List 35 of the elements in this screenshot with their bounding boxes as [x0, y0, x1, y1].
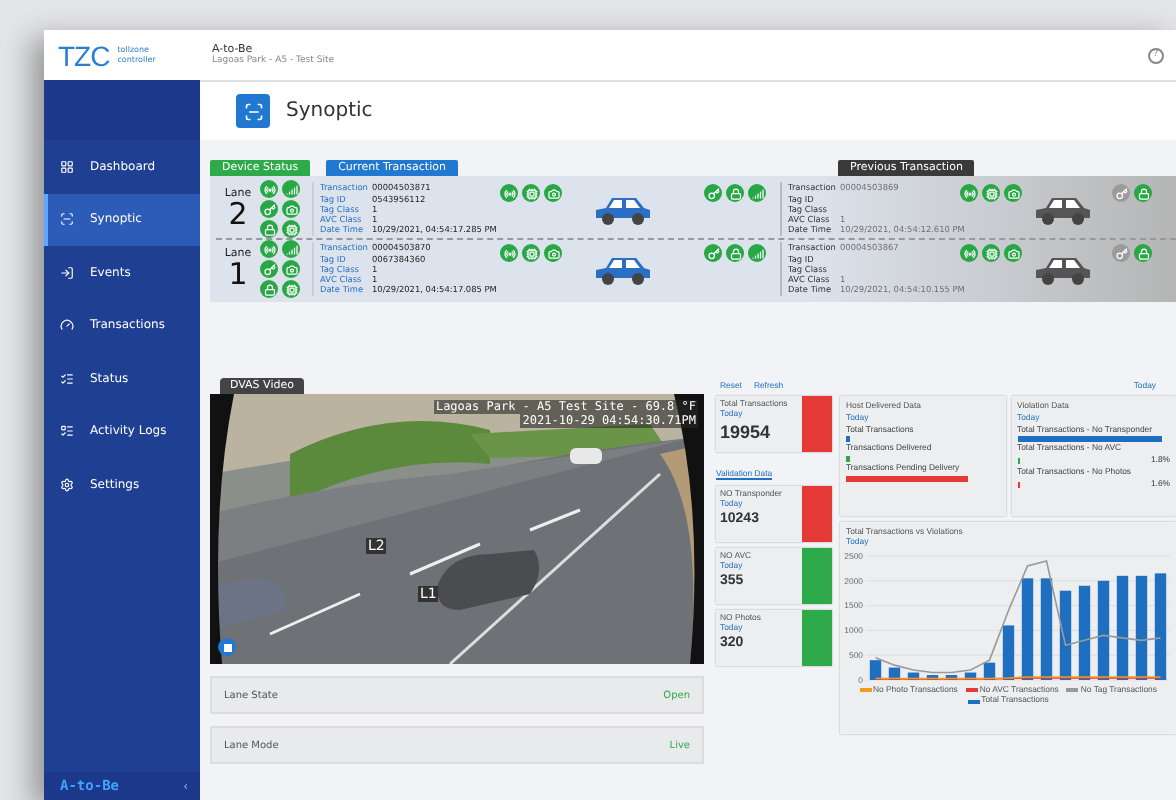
checklist-icon	[60, 371, 74, 386]
chart-bar	[1040, 577, 1053, 680]
chart-bar	[1059, 589, 1072, 680]
chart-bar	[945, 674, 958, 680]
lane-number: 1	[228, 260, 248, 290]
legend-swatch	[859, 687, 871, 692]
legend-swatch	[967, 699, 980, 704]
stat-value: 19954	[720, 421, 773, 442]
chart-bar	[869, 659, 882, 680]
scan-icon	[60, 212, 74, 227]
gauge-icon	[60, 318, 74, 333]
chart-bar	[1002, 624, 1015, 680]
chart-bar	[1116, 575, 1129, 680]
car-icon	[1032, 193, 1092, 225]
chart-bar	[907, 671, 920, 680]
grid-icon	[60, 159, 74, 174]
car-icon	[592, 193, 652, 225]
settings-icon	[60, 477, 74, 492]
scan-icon	[236, 94, 270, 128]
lane-number: 2	[228, 200, 248, 230]
chart-bar	[926, 674, 939, 680]
chart-bar	[1135, 575, 1148, 680]
chart-bar	[1078, 584, 1091, 680]
car-icon	[1032, 253, 1092, 285]
chart-bar	[1097, 580, 1110, 680]
chart-bar	[964, 671, 977, 680]
legend-swatch	[965, 687, 978, 692]
chart-bar	[983, 661, 996, 680]
login-icon	[60, 265, 74, 280]
page-title: Synoptic	[286, 100, 373, 122]
list-icon	[60, 424, 74, 439]
chart-bar	[1154, 572, 1167, 680]
legend-swatch	[1066, 687, 1079, 692]
chart-bar	[1021, 577, 1034, 680]
car-icon	[592, 253, 652, 285]
